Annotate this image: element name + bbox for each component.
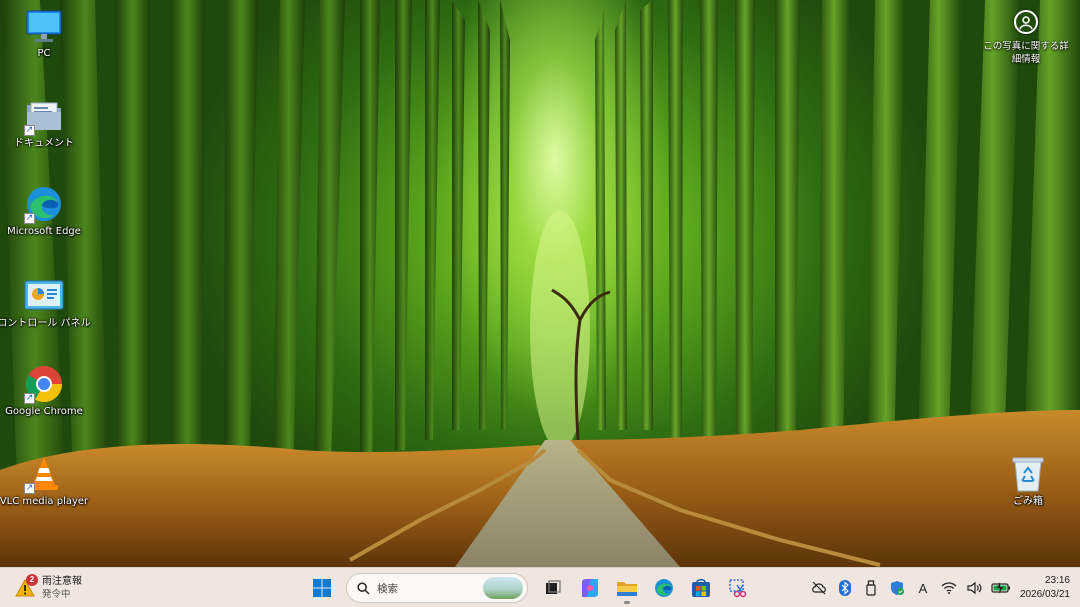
desktop-icon-label: Google Chrome xyxy=(5,406,83,417)
start-button[interactable] xyxy=(305,572,339,604)
usb-drive-icon[interactable] xyxy=(860,577,882,599)
search-placeholder: 検索 xyxy=(377,582,398,595)
notification-badge: 2 xyxy=(26,574,38,586)
search-highlight-image xyxy=(483,577,523,599)
desktop-icon-recycle-bin[interactable]: ごみ箱 xyxy=(986,454,1070,508)
file-explorer-icon xyxy=(617,582,637,596)
copilot-icon xyxy=(582,579,598,597)
shortcut-arrow-icon: ↗ xyxy=(24,393,35,404)
windows-start-icon xyxy=(313,579,331,597)
edge-taskbar-button[interactable] xyxy=(647,572,681,604)
edge-icon xyxy=(655,579,673,597)
file-explorer-button[interactable] xyxy=(610,572,644,604)
store-button[interactable] xyxy=(684,572,718,604)
desktop-icon-label: ごみ箱 xyxy=(1013,496,1043,507)
vlc-icon: ↗ xyxy=(22,454,66,494)
desktop-icon-label: コントロール パネル xyxy=(0,318,91,329)
clock-date: 2026/03/21 xyxy=(1019,589,1070,600)
taskbar-search-box[interactable]: 検索 xyxy=(346,573,528,603)
system-tray: A 23:16 2026/03/21 xyxy=(806,572,1076,604)
weather-widget[interactable]: 2 雨注意報 発令中 xyxy=(14,573,82,603)
task-view-icon xyxy=(546,580,561,594)
task-view-button[interactable] xyxy=(536,572,570,604)
shortcut-arrow-icon: ↗ xyxy=(24,125,35,136)
desktop-icon-label: Microsoft Edge xyxy=(7,226,81,237)
volume-icon[interactable] xyxy=(964,577,986,599)
shortcut-arrow-icon: ↗ xyxy=(24,213,35,224)
about-this-picture[interactable]: この写真に関する詳 細情報 xyxy=(978,10,1074,66)
desktop-icon-documents[interactable]: ↗ ドキュメント xyxy=(2,96,86,150)
desktop-wallpaper xyxy=(0,0,1080,567)
taskbar-clock[interactable]: 23:16 2026/03/21 xyxy=(1020,574,1070,602)
taskbar-center: 検索 xyxy=(305,572,758,604)
shortcut-arrow-icon: ↗ xyxy=(24,483,35,494)
bluetooth-icon[interactable] xyxy=(834,577,856,599)
documents-folder-icon: ↗ xyxy=(22,96,66,136)
bamboo-forest-image xyxy=(0,0,1080,567)
snipping-tool-icon xyxy=(729,579,747,598)
desktop-icon-pc[interactable]: PC xyxy=(2,6,86,60)
battery-icon[interactable] xyxy=(990,577,1012,599)
about-picture-label: この写真に関する詳 細情報 xyxy=(983,40,1069,66)
desktop-icon-label: ドキュメント xyxy=(14,138,74,149)
weather-subtitle: 発令中 xyxy=(42,589,71,600)
desktop-icon-edge[interactable]: ↗ Microsoft Edge xyxy=(2,184,86,238)
pc-monitor-icon xyxy=(22,6,66,46)
chrome-icon: ↗ xyxy=(22,364,66,404)
search-icon xyxy=(357,581,370,595)
desktop-icon-control-panel[interactable]: コントロール パネル xyxy=(0,276,91,330)
desktop-icon-label: VLC media player xyxy=(0,496,89,507)
desktop-icon-vlc[interactable]: ↗ VLC media player xyxy=(0,454,89,508)
active-indicator xyxy=(624,601,630,604)
desktop-icon-label: PC xyxy=(37,48,51,59)
store-icon xyxy=(692,579,710,597)
weather-warning-icon: 2 xyxy=(14,574,38,599)
cloud-off-icon[interactable] xyxy=(808,577,830,599)
wifi-icon[interactable] xyxy=(938,577,960,599)
snipping-tool-button[interactable] xyxy=(721,572,755,604)
weather-title: 雨注意報 xyxy=(42,576,82,587)
desktop-icon-chrome[interactable]: ↗ Google Chrome xyxy=(2,364,86,418)
recycle-bin-icon xyxy=(1006,454,1050,494)
about-picture-line1: この写真に関する詳 xyxy=(983,41,1069,52)
copilot-button[interactable] xyxy=(573,572,607,604)
ime-icon[interactable]: A xyxy=(912,577,934,599)
control-panel-icon xyxy=(22,276,66,316)
location-pin-icon xyxy=(1014,10,1038,34)
security-icon[interactable] xyxy=(886,577,908,599)
clock-time: 23:16 xyxy=(1044,575,1070,586)
edge-icon: ↗ xyxy=(22,184,66,224)
taskbar: 2 雨注意報 発令中 検索 A 23:16 2026/03/21 xyxy=(0,567,1080,607)
about-picture-line2: 細情報 xyxy=(1011,54,1041,65)
